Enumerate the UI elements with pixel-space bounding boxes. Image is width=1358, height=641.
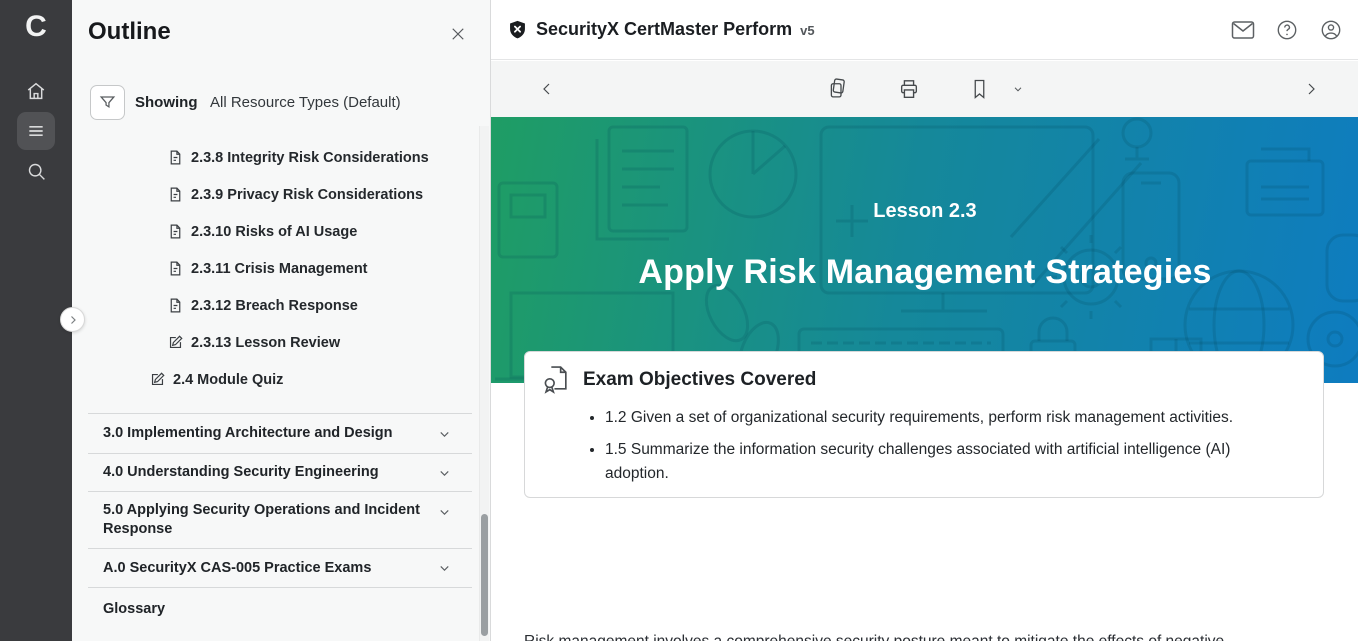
document-icon xyxy=(167,186,184,203)
home-icon xyxy=(25,80,47,102)
app-window: C Outline xyxy=(0,0,1358,641)
chevron-left-icon xyxy=(539,81,555,97)
outline-item[interactable]: 2.4 Module Quiz xyxy=(72,361,472,398)
home-button[interactable] xyxy=(17,72,55,110)
chevron-down-icon xyxy=(437,505,452,520)
filter-funnel-icon xyxy=(98,93,117,112)
outline-glossary[interactable]: Glossary xyxy=(88,587,472,631)
copy-button[interactable] xyxy=(827,78,848,101)
lesson-toolbar xyxy=(491,61,1358,117)
document-icon xyxy=(167,223,184,240)
print-button[interactable] xyxy=(898,78,920,100)
help-button[interactable] xyxy=(1275,18,1299,42)
print-icon xyxy=(898,78,920,100)
document-icon xyxy=(167,260,184,277)
exam-objectives-title: Exam Objectives Covered xyxy=(583,369,816,391)
outline-item-label: 2.4 Module Quiz xyxy=(173,372,283,388)
lesson-number-label: Lesson 2.3 xyxy=(491,200,1358,223)
chevron-right-icon xyxy=(67,314,79,326)
app-header: SecurityX CertMaster Perform v5 xyxy=(491,0,1358,60)
search-button[interactable] xyxy=(17,152,55,190)
outline-item-label: 2.3.8 Integrity Risk Considerations xyxy=(191,150,429,166)
close-icon xyxy=(449,25,467,43)
outline-item[interactable]: 2.3.9 Privacy Risk Considerations xyxy=(72,176,472,213)
exam-objectives-list: 1.2 Given a set of organizational securi… xyxy=(525,406,1295,494)
outline-item[interactable]: 2.3.11 Crisis Management xyxy=(72,250,472,287)
main-content: SecurityX CertMaster Perform v5 xyxy=(490,0,1358,641)
showing-label: Showing xyxy=(135,94,198,111)
outline-scrollbar[interactable] xyxy=(479,126,489,641)
edit-icon xyxy=(149,371,166,388)
bookmark-menu-button[interactable] xyxy=(1012,83,1024,95)
outline-item-label: 2.3.12 Breach Response xyxy=(191,298,358,314)
messages-button[interactable] xyxy=(1231,18,1255,42)
objective-item: 1.5 Summarize the information security c… xyxy=(605,438,1295,486)
outline-item-label: 2.3.13 Lesson Review xyxy=(191,335,340,351)
comptia-logo: C xyxy=(0,10,72,44)
exam-objectives-card: Exam Objectives Covered 1.2 Given a set … xyxy=(524,351,1324,498)
outline-item-label: 2.3.10 Risks of AI Usage xyxy=(191,224,357,240)
outline-section-list: 3.0 Implementing Architecture and Design… xyxy=(72,413,472,631)
outline-section-5[interactable]: 5.0 Applying Security Operations and Inc… xyxy=(88,491,472,548)
document-icon xyxy=(167,297,184,314)
app-version-badge: v5 xyxy=(800,23,814,38)
outline-scrollbar-thumb[interactable] xyxy=(481,514,488,636)
document-icon xyxy=(167,149,184,166)
help-icon xyxy=(1276,19,1298,41)
section-label: A.0 SecurityX CAS-005 Practice Exams xyxy=(88,549,423,588)
chevron-right-icon xyxy=(1303,81,1319,97)
chevron-down-small-icon xyxy=(1012,83,1024,95)
certificate-icon xyxy=(543,365,570,394)
objective-item: 1.2 Given a set of organizational securi… xyxy=(605,406,1295,430)
bookmark-button[interactable] xyxy=(971,79,988,100)
outline-item-label: 2.3.9 Privacy Risk Considerations xyxy=(191,187,423,203)
lesson-intro-paragraph: Risk management involves a comprehensive… xyxy=(524,631,1304,641)
previous-page-button[interactable] xyxy=(539,81,555,97)
outline-lesson-list: 2.3.8 Integrity Risk Considerations 2.3.… xyxy=(72,139,472,398)
next-page-button[interactable] xyxy=(1303,81,1319,97)
resource-filter-value[interactable]: All Resource Types (Default) xyxy=(210,94,401,111)
chevron-down-icon xyxy=(437,465,452,480)
lesson-title: Apply Risk Management Strategies xyxy=(491,253,1358,292)
outline-section-a[interactable]: A.0 SecurityX CAS-005 Practice Exams xyxy=(88,548,472,587)
chevron-down-icon xyxy=(437,426,452,441)
outline-item[interactable]: 2.3.13 Lesson Review xyxy=(72,324,472,361)
outline-section-3[interactable]: 3.0 Implementing Architecture and Design xyxy=(88,413,472,453)
edit-icon xyxy=(167,334,184,351)
chevron-down-icon xyxy=(437,561,452,576)
search-icon xyxy=(26,161,47,182)
account-button[interactable] xyxy=(1319,18,1343,42)
outline-panel-title: Outline xyxy=(88,18,171,46)
tech-pattern-decoration xyxy=(491,117,1358,383)
mail-icon xyxy=(1231,20,1255,40)
outline-close-button[interactable] xyxy=(446,22,470,46)
filter-button[interactable] xyxy=(90,85,125,120)
account-icon xyxy=(1320,19,1342,41)
menu-icon xyxy=(26,121,46,141)
app-title: SecurityX CertMaster Perform xyxy=(536,19,792,40)
section-label: 4.0 Understanding Security Engineering xyxy=(88,453,423,492)
glossary-label: Glossary xyxy=(88,590,423,629)
section-label: 3.0 Implementing Architecture and Design xyxy=(88,414,423,453)
section-label: 5.0 Applying Security Operations and Inc… xyxy=(88,491,423,549)
outline-panel: Outline Showing All Resource Types (Defa… xyxy=(72,0,490,641)
outline-menu-button[interactable] xyxy=(17,112,55,150)
outline-section-4[interactable]: 4.0 Understanding Security Engineering xyxy=(88,453,472,491)
lesson-banner: Lesson 2.3 Apply Risk Management Strateg… xyxy=(491,117,1358,383)
outline-item[interactable]: 2.3.12 Breach Response xyxy=(72,287,472,324)
panel-expand-handle[interactable] xyxy=(60,307,85,332)
outline-item[interactable]: 2.3.10 Risks of AI Usage xyxy=(72,213,472,250)
outline-item[interactable]: 2.3.8 Integrity Risk Considerations xyxy=(72,139,472,176)
copy-icon xyxy=(827,78,848,101)
bookmark-icon xyxy=(971,79,988,100)
securityx-shield-icon xyxy=(507,19,528,41)
outline-item-label: 2.3.11 Crisis Management xyxy=(191,261,368,277)
